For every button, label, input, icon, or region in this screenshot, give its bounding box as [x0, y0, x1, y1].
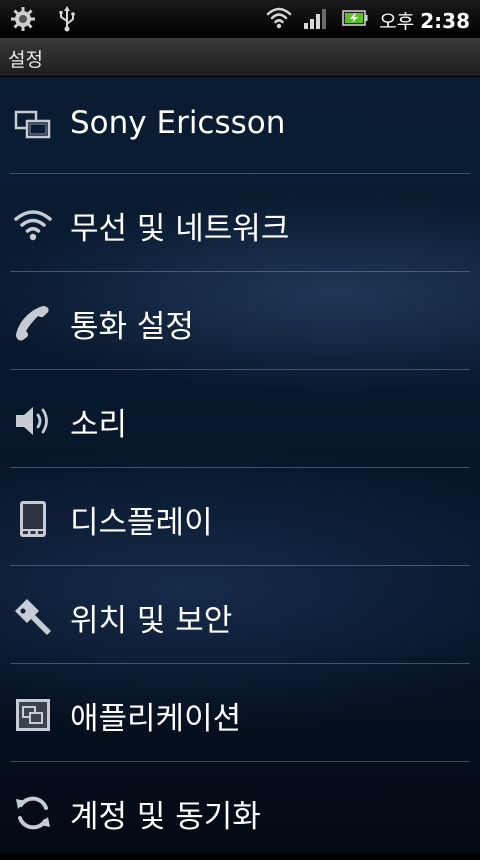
usb-icon: [59, 6, 75, 32]
phone-handset-icon: [16, 306, 49, 341]
speaker-icon: [16, 407, 48, 435]
settings-item-accounts-sync[interactable]: 계정 및 동기화: [0, 763, 480, 860]
divider: [10, 173, 470, 174]
divider: [10, 467, 470, 468]
settings-list: Sony Ericsson 무선 및 네트워크 통화 설정 소리 디스플레이 위…: [0, 77, 480, 854]
settings-item-location-security[interactable]: 위치 및 보안: [0, 567, 480, 664]
divider: [10, 369, 470, 370]
settings-item-label: Sony Ericsson: [70, 105, 286, 141]
settings-item-label: 통화 설정: [70, 309, 194, 345]
divider: [10, 271, 470, 272]
signal-icon: [304, 9, 326, 29]
display-icon: [20, 501, 46, 537]
divider: [10, 663, 470, 664]
status-clock: 오후 2:38: [379, 7, 470, 34]
settings-item-label: 위치 및 보안: [70, 603, 233, 639]
settings-item-call-settings[interactable]: 통화 설정: [0, 273, 480, 370]
settings-item-applications[interactable]: 애플리케이션: [0, 665, 480, 762]
key-icon: [15, 599, 51, 635]
settings-notification-icon: [11, 7, 35, 31]
settings-item-label: 소리: [70, 407, 128, 443]
settings-item-label: 무선 및 네트워크: [70, 211, 290, 247]
applications-icon: [16, 699, 50, 731]
settings-item-label: 디스플레이: [70, 505, 213, 541]
sync-icon: [16, 796, 50, 830]
divider: [10, 565, 470, 566]
battery-charging-icon: [342, 10, 368, 26]
divider: [10, 761, 470, 762]
sony-ericsson-icon: [14, 110, 51, 139]
settings-item-label: 계정 및 동기화: [70, 799, 261, 835]
settings-item-sound[interactable]: 소리: [0, 371, 480, 468]
settings-item-wireless-networks[interactable]: 무선 및 네트워크: [0, 175, 480, 272]
page-title: 설정: [8, 49, 43, 71]
settings-item-label: 애플리케이션: [70, 701, 242, 737]
clock-ampm: 오후: [379, 11, 415, 33]
title-bar: 설정: [0, 38, 480, 77]
status-bar: 오후 2:38: [0, 0, 480, 38]
wifi-icon: [14, 210, 52, 241]
wifi-icon: [266, 7, 292, 29]
clock-time: 2:38: [420, 9, 470, 33]
settings-item-display[interactable]: 디스플레이: [0, 469, 480, 566]
settings-item-sony-ericsson[interactable]: Sony Ericsson: [0, 77, 480, 174]
